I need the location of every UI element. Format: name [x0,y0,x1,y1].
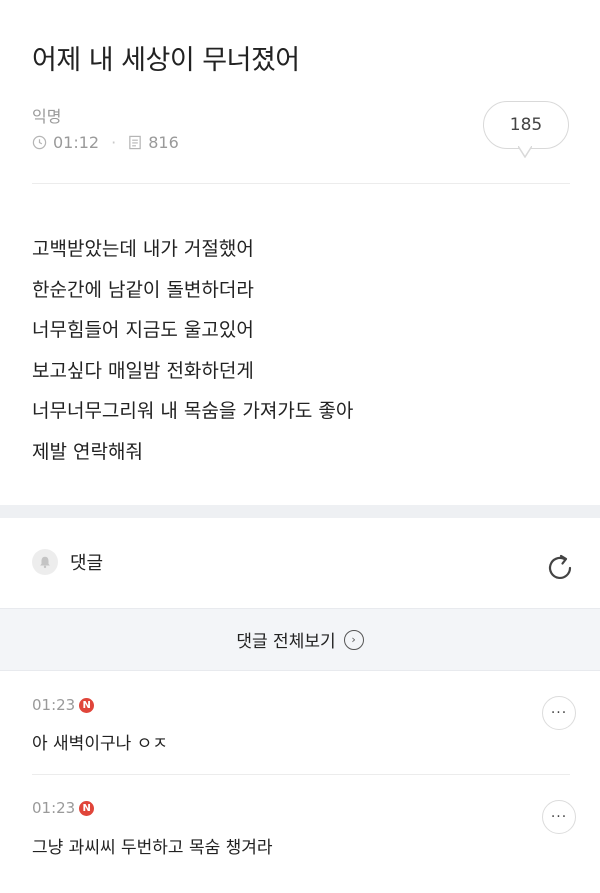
comment-time: 01:23 [32,799,76,817]
body-line: 고백받았는데 내가 거절했어 [32,238,254,260]
body-line: 너무너무그리워 내 목숨을 가져가도 좋아 [32,400,354,422]
more-icon[interactable]: ··· [542,696,576,730]
post-author: 익명 [32,107,62,126]
bell-icon[interactable] [32,549,58,575]
comment-text: 그냥 과씨씨 두번하고 목숨 챙겨라 [32,838,273,858]
chevron-right-circle-icon: › [343,629,364,650]
comment-divider [32,774,570,775]
body-line: 너무힘들어 지금도 울고있어 [32,319,254,341]
view-all-comments-button[interactable]: 댓글 전체보기 › [0,608,600,671]
clock-icon [32,135,47,150]
section-separator [0,505,600,518]
comments-label: 댓글 [70,553,104,574]
comment-count: 185 [509,115,543,135]
meta-separator: · [111,133,117,152]
comment-meta: 01:23 N [32,696,95,714]
new-badge: N [79,697,95,713]
refresh-icon[interactable] [544,552,576,584]
bubble-tail-icon [518,146,532,158]
comments-header: 댓글 [32,549,103,575]
body-line: 한순간에 남같이 돌변하더라 [32,278,254,301]
comment-meta: 01:23 N [32,799,95,817]
post-body: 고백받았는데 내가 거절했어 한순간에 남같이 돌변하더라 너무힘들어 지금도 … [32,229,353,472]
body-line: 보고싶다 매일밤 전화하던게 [32,359,254,382]
post-meta: 01:12 · 816 [32,133,179,152]
post-views: 816 [148,133,179,152]
comment-time: 01:23 [32,696,76,714]
more-icon[interactable]: ··· [542,800,576,834]
body-line: 제발 연락해줘 [32,440,143,463]
comment-text: 아 새벽이구나 ㅇㅈ [32,734,168,754]
new-badge: N [79,800,95,816]
header-divider [32,183,570,184]
post-time: 01:12 [53,133,100,152]
post-title: 어제 내 세상이 무너졌어 [32,45,300,76]
view-all-label: 댓글 전체보기 [236,632,336,652]
comment-count-bubble[interactable]: 185 [483,101,569,149]
document-icon [129,135,141,150]
